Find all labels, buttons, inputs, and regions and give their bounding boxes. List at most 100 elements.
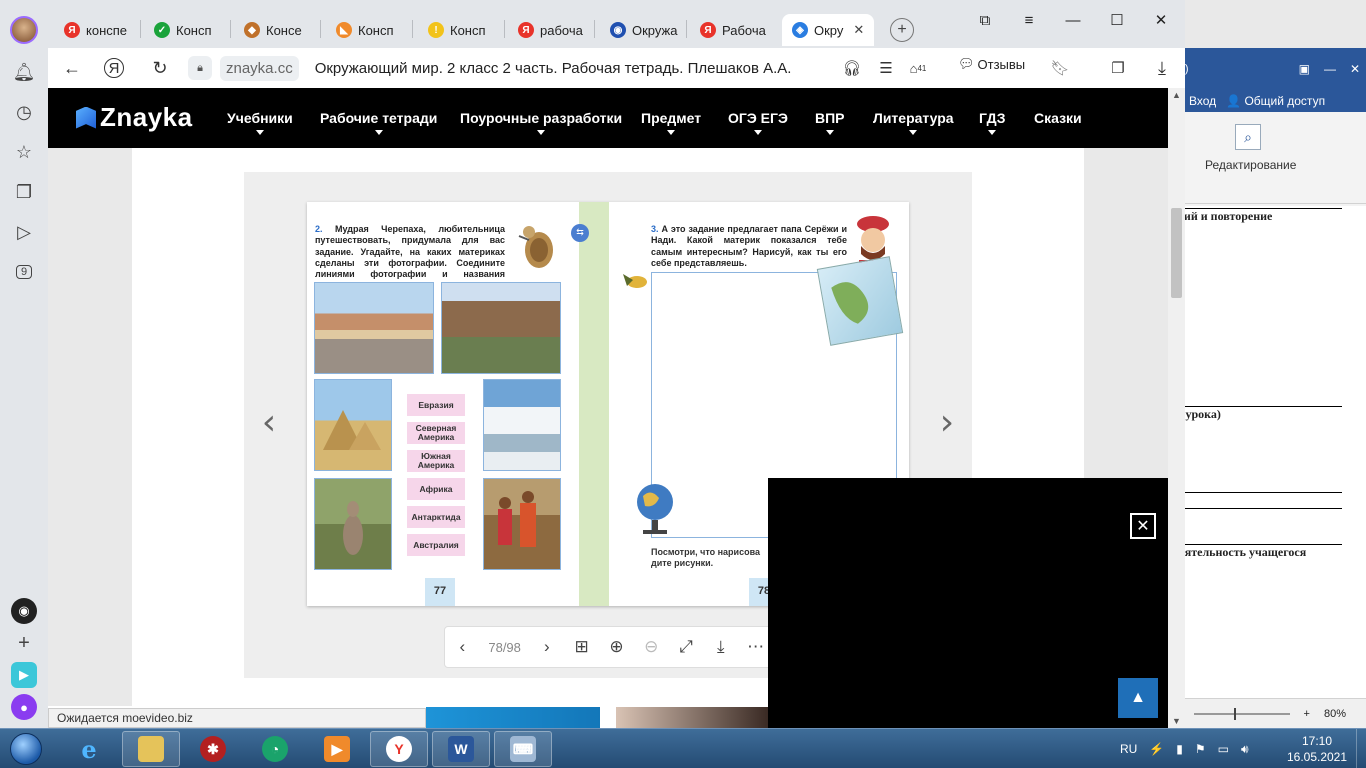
zoom-in-icon[interactable]: + — [1304, 708, 1310, 720]
nav-literature[interactable]: Литература — [873, 110, 954, 135]
tabs-list-icon[interactable]: ⧉ — [973, 8, 997, 32]
word-ribbon-tabs: Вход 👤 Общий доступ — [1169, 90, 1366, 112]
language-indicator[interactable]: RU — [1120, 742, 1137, 756]
bookmark-icon[interactable]: 🔖︎ — [1048, 56, 1072, 80]
back-icon[interactable]: ← — [60, 56, 84, 80]
find-icon[interactable]: ⌕ — [1235, 124, 1261, 150]
taskbar-word[interactable]: W — [432, 731, 490, 767]
collections-icon[interactable]: ❐ — [0, 172, 48, 212]
taskbar-explorer[interactable] — [122, 731, 180, 767]
zoom-level[interactable]: 80% — [1324, 708, 1346, 720]
url-field[interactable]: 🔒︎ znayka.cc Окружающий мир. 2 класс 2 ч… — [188, 54, 791, 82]
word-minimize-icon[interactable]: — — [1324, 62, 1336, 76]
clock[interactable]: 17:10 16.05.2021 — [1282, 733, 1352, 765]
alice-icon[interactable]: ● — [11, 694, 37, 720]
nav-vpr[interactable]: ВПР — [815, 110, 845, 135]
nav-uchebniki[interactable]: Учебники — [227, 110, 293, 135]
word-document[interactable]: аний и повторение ог урока) Деятельность… — [1169, 206, 1366, 698]
zoom-in-icon[interactable]: ⊕ — [599, 626, 634, 668]
nav-lessons[interactable]: Поурочные разработки — [460, 110, 623, 135]
nav-subject[interactable]: Предмет — [641, 110, 701, 135]
messenger-icon[interactable]: ▶ — [11, 662, 37, 688]
taskbar-media[interactable]: ▶ — [308, 731, 366, 767]
nav-gdz[interactable]: ГДЗ — [979, 110, 1006, 135]
profile-avatar[interactable] — [10, 16, 38, 44]
counter-badge[interactable]: 9 — [0, 252, 48, 292]
add-panel-icon[interactable]: + — [11, 630, 37, 656]
next-page-arrow[interactable]: › — [932, 402, 962, 443]
star-icon[interactable]: ☆ — [0, 132, 48, 172]
tab-7[interactable]: ◉ Окружа — [600, 14, 686, 46]
tab-3[interactable]: ◆ Консе — [234, 14, 320, 46]
reload-icon[interactable]: ↻ — [148, 56, 172, 80]
taskbar-yandex[interactable]: Y — [370, 731, 428, 767]
zoom-out-icon[interactable]: ⊖ — [634, 626, 669, 668]
volume-icon[interactable]: 🔊︎ — [1241, 742, 1249, 757]
tab-2[interactable]: ✓ Консп — [144, 14, 230, 46]
grid-icon[interactable]: ⊞ — [564, 626, 599, 668]
menu-icon[interactable]: ≡ — [1017, 8, 1041, 32]
taskbar-ie[interactable]: e — [60, 731, 118, 767]
collections-add-icon[interactable]: ❐ — [1106, 56, 1130, 80]
scroll-to-top-button[interactable]: ▲ — [1118, 678, 1158, 718]
nav-workbooks[interactable]: Рабочие тетради — [320, 110, 437, 135]
url-host[interactable]: znayka.cc — [220, 55, 299, 81]
word-share-button[interactable]: 👤 Общий доступ — [1226, 94, 1325, 108]
headphones-icon[interactable]: 🎧︎ — [840, 56, 864, 80]
network-icon[interactable]: ▮ — [1176, 742, 1183, 756]
download-icon[interactable]: ⤓ — [703, 626, 738, 668]
page-scrollbar[interactable]: ▲ ▼ — [1168, 88, 1185, 728]
maximize-icon[interactable]: ☐ — [1105, 8, 1129, 32]
scroll-thumb[interactable] — [1171, 208, 1182, 298]
nav-oge-ege[interactable]: ОГЭ ЕГЭ — [728, 110, 788, 135]
zoom-slider[interactable] — [1194, 707, 1290, 720]
editing-group-label[interactable]: Редактирование — [1205, 158, 1296, 172]
prev-page-button[interactable]: ‹ — [445, 626, 480, 668]
znayka-icon: ◈ — [792, 22, 808, 38]
tab-8[interactable]: Я Рабоча — [690, 14, 776, 46]
taskbar-app-4[interactable]: ◔ — [246, 731, 304, 767]
download-icon[interactable]: ⤓ — [1150, 56, 1174, 80]
fullscreen-icon[interactable]: ⤢ — [669, 626, 704, 668]
tab-6[interactable]: Ярабоча — [508, 14, 594, 46]
next-page-button[interactable]: › — [529, 626, 564, 668]
tab-4[interactable]: ◣ Консп — [326, 14, 412, 46]
prev-page-arrow[interactable]: ‹ — [254, 402, 284, 443]
taskbar-keyboard[interactable]: ⌨ — [494, 731, 552, 767]
nav-tales[interactable]: Сказки — [1034, 110, 1082, 126]
page-counter[interactable]: 78/98 — [480, 640, 530, 655]
yandex-home-icon[interactable]: Я — [104, 58, 124, 78]
new-tab-button[interactable]: + — [890, 18, 914, 42]
security-icon[interactable]: ⚑ — [1195, 742, 1206, 756]
start-button[interactable] — [4, 730, 48, 768]
play-icon[interactable]: ▷ — [0, 212, 48, 252]
reviews-button[interactable]: 💬︎ Отзывы — [958, 56, 1025, 72]
taskbar-app-3[interactable]: ✱ — [184, 731, 242, 767]
record-icon[interactable]: ◉ — [11, 598, 37, 624]
translate-icon[interactable]: ⌂ 41 — [906, 56, 930, 80]
tab-1[interactable]: Яконспе — [54, 14, 140, 46]
znayka-logo[interactable]: Znayka — [76, 102, 193, 133]
close-window-icon[interactable]: ✕ — [1149, 8, 1173, 32]
ad-thumbnail-2[interactable] — [616, 707, 768, 728]
tab-active[interactable]: ◈ Окру ✕ — [782, 14, 874, 46]
scroll-down-icon[interactable]: ▼ — [1172, 716, 1181, 726]
word-login-link[interactable]: Вход — [1189, 94, 1216, 108]
minimize-icon[interactable]: — — [1061, 8, 1085, 32]
scroll-up-icon[interactable]: ▲ — [1172, 90, 1181, 100]
close-tab-icon[interactable]: ✕ — [853, 22, 864, 38]
close-icon[interactable]: ✕ — [1130, 513, 1156, 539]
show-desktop-button[interactable] — [1356, 729, 1366, 768]
word-ribbon-options-icon[interactable]: ▣ — [1299, 62, 1310, 76]
usb-icon[interactable]: ⚡ — [1149, 742, 1164, 756]
lock-icon[interactable]: 🔒︎ — [188, 56, 212, 80]
battery-icon[interactable]: ▭ — [1218, 742, 1229, 756]
video-ad-overlay[interactable]: ✕ — [768, 478, 1168, 728]
word-close-icon[interactable]: ✕ — [1350, 62, 1360, 76]
tab-5[interactable]: ! Консп — [418, 14, 504, 46]
reader-icon[interactable]: ☰ — [874, 56, 898, 80]
bell-icon[interactable]: 🔔︎ — [0, 52, 48, 92]
ad-thumbnail-1[interactable] — [426, 707, 600, 728]
nav-label: Поурочные разработки — [460, 110, 623, 126]
history-icon[interactable]: ◷ — [0, 92, 48, 132]
